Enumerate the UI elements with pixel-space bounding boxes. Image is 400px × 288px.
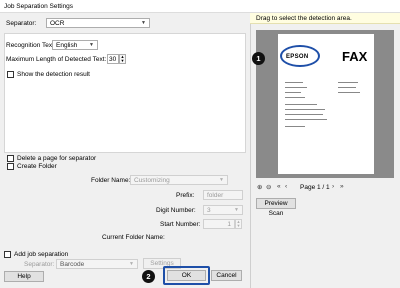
text-line	[285, 97, 305, 98]
add-job-label: Add job separation	[14, 251, 69, 258]
chevron-down-icon: ▼	[141, 20, 146, 26]
prefix-input[interactable]: folder	[203, 190, 243, 200]
chevron-down-icon: ▼	[129, 261, 134, 267]
start-number-spinner[interactable]: ▲ ▼	[235, 219, 242, 229]
spin-down-icon[interactable]: ▼	[236, 224, 241, 228]
chevron-down-icon: ▼	[234, 207, 239, 213]
preview-scan-button[interactable]: Preview Scan	[256, 198, 296, 217]
page-indicator: Page 1 / 1	[300, 184, 330, 191]
recognition-label: Recognition Text:	[6, 42, 56, 49]
recognition-value: English	[56, 42, 78, 49]
prefix-value: folder	[207, 192, 224, 199]
current-folder-label: Current Folder Name:	[102, 234, 165, 241]
start-number-input[interactable]: 1	[203, 219, 235, 229]
chevron-down-icon: ▼	[219, 177, 224, 183]
job-separator-label: Separator:	[24, 261, 55, 268]
prev-page-icon[interactable]: ‹	[285, 183, 287, 190]
callout-2: 2	[142, 270, 155, 283]
delete-page-label: Delete a page for separator	[17, 155, 97, 162]
create-folder-checkbox[interactable]	[7, 163, 14, 170]
job-separator-select[interactable]: Barcode ▼	[56, 259, 138, 269]
maxlen-label: Maximum Length of Detected Text:	[6, 56, 107, 63]
text-line	[285, 82, 303, 83]
start-number-label: Start Number:	[160, 221, 201, 228]
text-line	[285, 92, 301, 93]
show-detection-label: Show the detection result	[17, 71, 90, 78]
ocr-settings-area	[4, 33, 246, 153]
hint-text: Drag to select the detection area.	[256, 15, 352, 22]
folder-name-value: Customizing	[134, 177, 170, 184]
text-line	[338, 82, 358, 83]
separator-label: Separator:	[6, 20, 37, 27]
digit-number-label: Digit Number:	[156, 207, 196, 214]
job-separator-value: Barcode	[60, 261, 85, 268]
text-line	[338, 92, 360, 93]
delete-page-checkbox[interactable]	[7, 155, 14, 162]
separator-select[interactable]: OCR ▼	[46, 18, 150, 28]
document-heading: FAX	[342, 49, 368, 64]
zoom-out-icon[interactable]: ⊖	[266, 183, 271, 191]
detection-area-highlight	[280, 45, 320, 67]
text-line	[285, 126, 305, 127]
callout-1: 1	[252, 52, 265, 65]
recognition-select[interactable]: English ▼	[52, 40, 98, 50]
maxlen-value: 30	[109, 56, 117, 63]
cancel-button[interactable]: Cancel	[211, 270, 242, 281]
create-folder-label: Create Folder	[17, 163, 57, 170]
digit-number-select[interactable]: 3 ▼	[203, 205, 243, 215]
digit-number-value: 3	[207, 207, 211, 214]
window-title: Job Separation Settings	[4, 3, 74, 10]
folder-name-select[interactable]: Customizing ▼	[130, 175, 228, 185]
hint-bar: Drag to select the detection area.	[250, 13, 400, 24]
last-page-icon[interactable]: »	[340, 183, 344, 190]
separator-value: OCR	[50, 20, 65, 27]
show-detection-checkbox[interactable]	[7, 71, 14, 78]
start-number-value: 1	[227, 221, 231, 228]
help-button[interactable]: Help	[4, 271, 44, 282]
text-line	[338, 87, 356, 88]
prefix-label: Prefix:	[176, 192, 195, 199]
add-job-checkbox[interactable]	[4, 251, 11, 258]
maxlen-input[interactable]: 30	[107, 54, 119, 64]
text-line	[285, 109, 325, 110]
text-line	[285, 87, 307, 88]
first-page-icon[interactable]: «	[277, 183, 281, 190]
text-line	[285, 119, 327, 120]
folder-name-label: Folder Name:	[91, 177, 131, 184]
text-line	[285, 104, 317, 105]
zoom-in-icon[interactable]: ⊕	[257, 183, 262, 191]
next-page-icon[interactable]: ›	[332, 183, 334, 190]
spin-down-icon[interactable]: ▼	[120, 59, 125, 63]
title-bar: Job Separation Settings	[0, 0, 400, 13]
maxlen-spinner[interactable]: ▲ ▼	[119, 54, 126, 64]
ok-button[interactable]: OK	[167, 270, 206, 281]
chevron-down-icon: ▼	[89, 42, 94, 48]
text-line	[285, 114, 323, 115]
